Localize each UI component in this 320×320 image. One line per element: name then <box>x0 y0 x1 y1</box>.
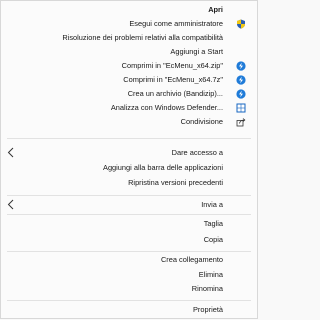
context-menu: Apri Esegui come amministratore Risoluzi… <box>0 0 258 319</box>
menu-item-copy[interactable]: Copia <box>1 233 257 247</box>
menu-item-run-as-admin[interactable]: Esegui come amministratore <box>1 17 257 31</box>
menu-item-pin-to-start-label: Aggiungi a Start <box>170 47 223 56</box>
menu-item-open[interactable]: Apri <box>1 3 257 17</box>
menu-item-share-label: Condivisione <box>180 117 223 126</box>
menu-item-properties[interactable]: Proprietà <box>1 303 257 317</box>
menu-item-pin-taskbar[interactable]: Aggiungi alla barra delle applicazioni <box>1 161 257 175</box>
menu-item-delete[interactable]: Elimina <box>1 268 257 282</box>
chevron-left-icon <box>7 199 14 210</box>
menu-item-create-shortcut-label: Crea collegamento <box>160 255 223 264</box>
menu-item-rename-label: Rinomina <box>191 284 223 293</box>
menu-item-compress-zip-label: Comprimi in "EcMenu_x64.zip" <box>121 61 223 70</box>
menu-item-open-label: Apri <box>208 5 223 14</box>
menu-item-copy-label: Copia <box>203 235 223 244</box>
bandizip-icon <box>236 61 246 71</box>
menu-item-rename[interactable]: Rinomina <box>1 282 257 296</box>
bandizip-icon <box>236 75 246 85</box>
bandizip-icon <box>236 89 246 99</box>
menu-item-share[interactable]: Condivisione <box>1 115 257 129</box>
menu-item-pin-taskbar-label: Aggiungi alla barra delle applicazioni <box>103 163 223 172</box>
menu-item-compress-7z[interactable]: Comprimi in "EcMenu_x64.7z" <box>1 73 257 87</box>
menu-item-create-shortcut[interactable]: Crea collegamento <box>1 253 257 267</box>
menu-item-cut[interactable]: Taglia <box>1 217 257 231</box>
windows-defender-icon <box>236 103 246 113</box>
menu-item-scan-defender[interactable]: Analizza con Windows Defender... <box>1 101 257 115</box>
menu-item-pin-to-start[interactable]: Aggiungi a Start <box>1 45 257 59</box>
menu-item-compress-zip[interactable]: Comprimi in "EcMenu_x64.zip" <box>1 59 257 73</box>
menu-item-send-to[interactable]: Invia a <box>1 198 257 212</box>
menu-item-give-access-label: Dare accesso a <box>171 148 223 157</box>
menu-item-restore-versions[interactable]: Ripristina versioni precedenti <box>1 176 257 190</box>
menu-item-compress-7z-label: Comprimi in "EcMenu_x64.7z" <box>123 75 223 84</box>
menu-item-give-access[interactable]: Dare accesso a <box>1 146 257 160</box>
menu-item-troubleshoot-compatibility[interactable]: Risoluzione dei problemi relativi alla c… <box>1 31 257 45</box>
menu-separator <box>7 195 251 196</box>
menu-item-create-archive[interactable]: Crea un archivio (Bandizip)... <box>1 87 257 101</box>
menu-item-scan-defender-label: Analizza con Windows Defender... <box>110 103 223 112</box>
menu-item-properties-label: Proprietà <box>193 305 223 314</box>
menu-item-cut-label: Taglia <box>203 219 223 228</box>
menu-separator <box>7 214 251 215</box>
share-icon <box>236 118 246 127</box>
menu-separator <box>7 138 251 139</box>
menu-item-restore-versions-label: Ripristina versioni precedenti <box>128 178 223 187</box>
menu-item-create-archive-label: Crea un archivio (Bandizip)... <box>127 89 223 98</box>
menu-item-delete-label: Elimina <box>198 270 223 279</box>
menu-separator <box>7 251 251 252</box>
chevron-left-icon <box>7 147 14 158</box>
menu-separator <box>7 300 251 301</box>
menu-item-run-as-admin-label: Esegui come amministratore <box>129 19 223 28</box>
menu-item-troubleshoot-compatibility-label: Risoluzione dei problemi relativi alla c… <box>62 33 223 42</box>
uac-shield-icon <box>237 19 245 29</box>
menu-item-send-to-label: Invia a <box>201 200 223 209</box>
